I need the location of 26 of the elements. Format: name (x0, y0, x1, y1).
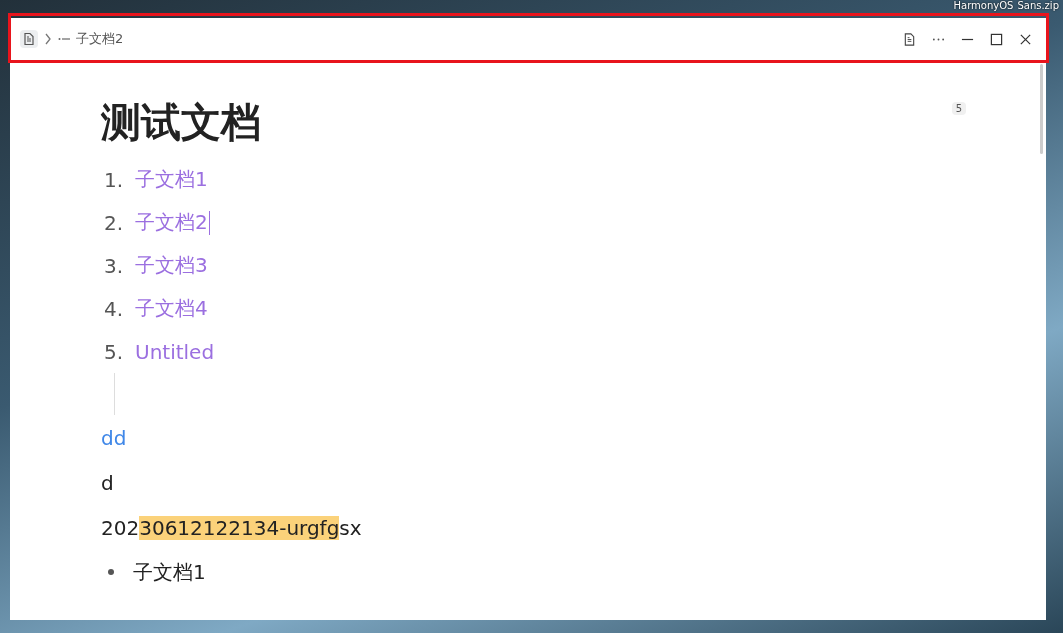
desktop-file-label[interactable]: HarmonyOS (953, 0, 1014, 12)
bullet-icon (108, 569, 114, 575)
document-icon[interactable] (903, 32, 916, 46)
maximize-icon[interactable] (990, 32, 1003, 46)
list-number: 5. (104, 339, 125, 364)
list-number: 4. (104, 296, 125, 321)
page-link[interactable]: 子文档1 (135, 166, 208, 193)
page-link[interactable]: 子文档4 (135, 295, 208, 322)
list-item-text: 子文档1 (133, 558, 206, 586)
paragraph-text: 20230612122134-urgfgsx (101, 515, 362, 540)
list-number: 2. (104, 210, 125, 235)
paragraph-text: d (101, 470, 114, 495)
close-icon[interactable] (1019, 32, 1032, 46)
ellipsis-icon[interactable] (58, 37, 70, 41)
page-link[interactable]: Untitled (135, 339, 215, 364)
list-number: 1. (104, 167, 125, 192)
text-link[interactable]: dd (101, 425, 127, 450)
desktop-file-label[interactable]: Sans.zip (1017, 0, 1059, 12)
list-number: 3. (104, 253, 125, 278)
document-title: 测试文档 (101, 98, 261, 146)
chevron-icon (44, 33, 52, 45)
page-link[interactable]: 子文档2 (135, 209, 208, 236)
count-badge: 5 (951, 102, 966, 115)
document-icon[interactable] (20, 30, 38, 48)
page-link[interactable]: 子文档3 (135, 252, 208, 279)
breadcrumb-item[interactable]: 子文档2 (76, 30, 124, 48)
